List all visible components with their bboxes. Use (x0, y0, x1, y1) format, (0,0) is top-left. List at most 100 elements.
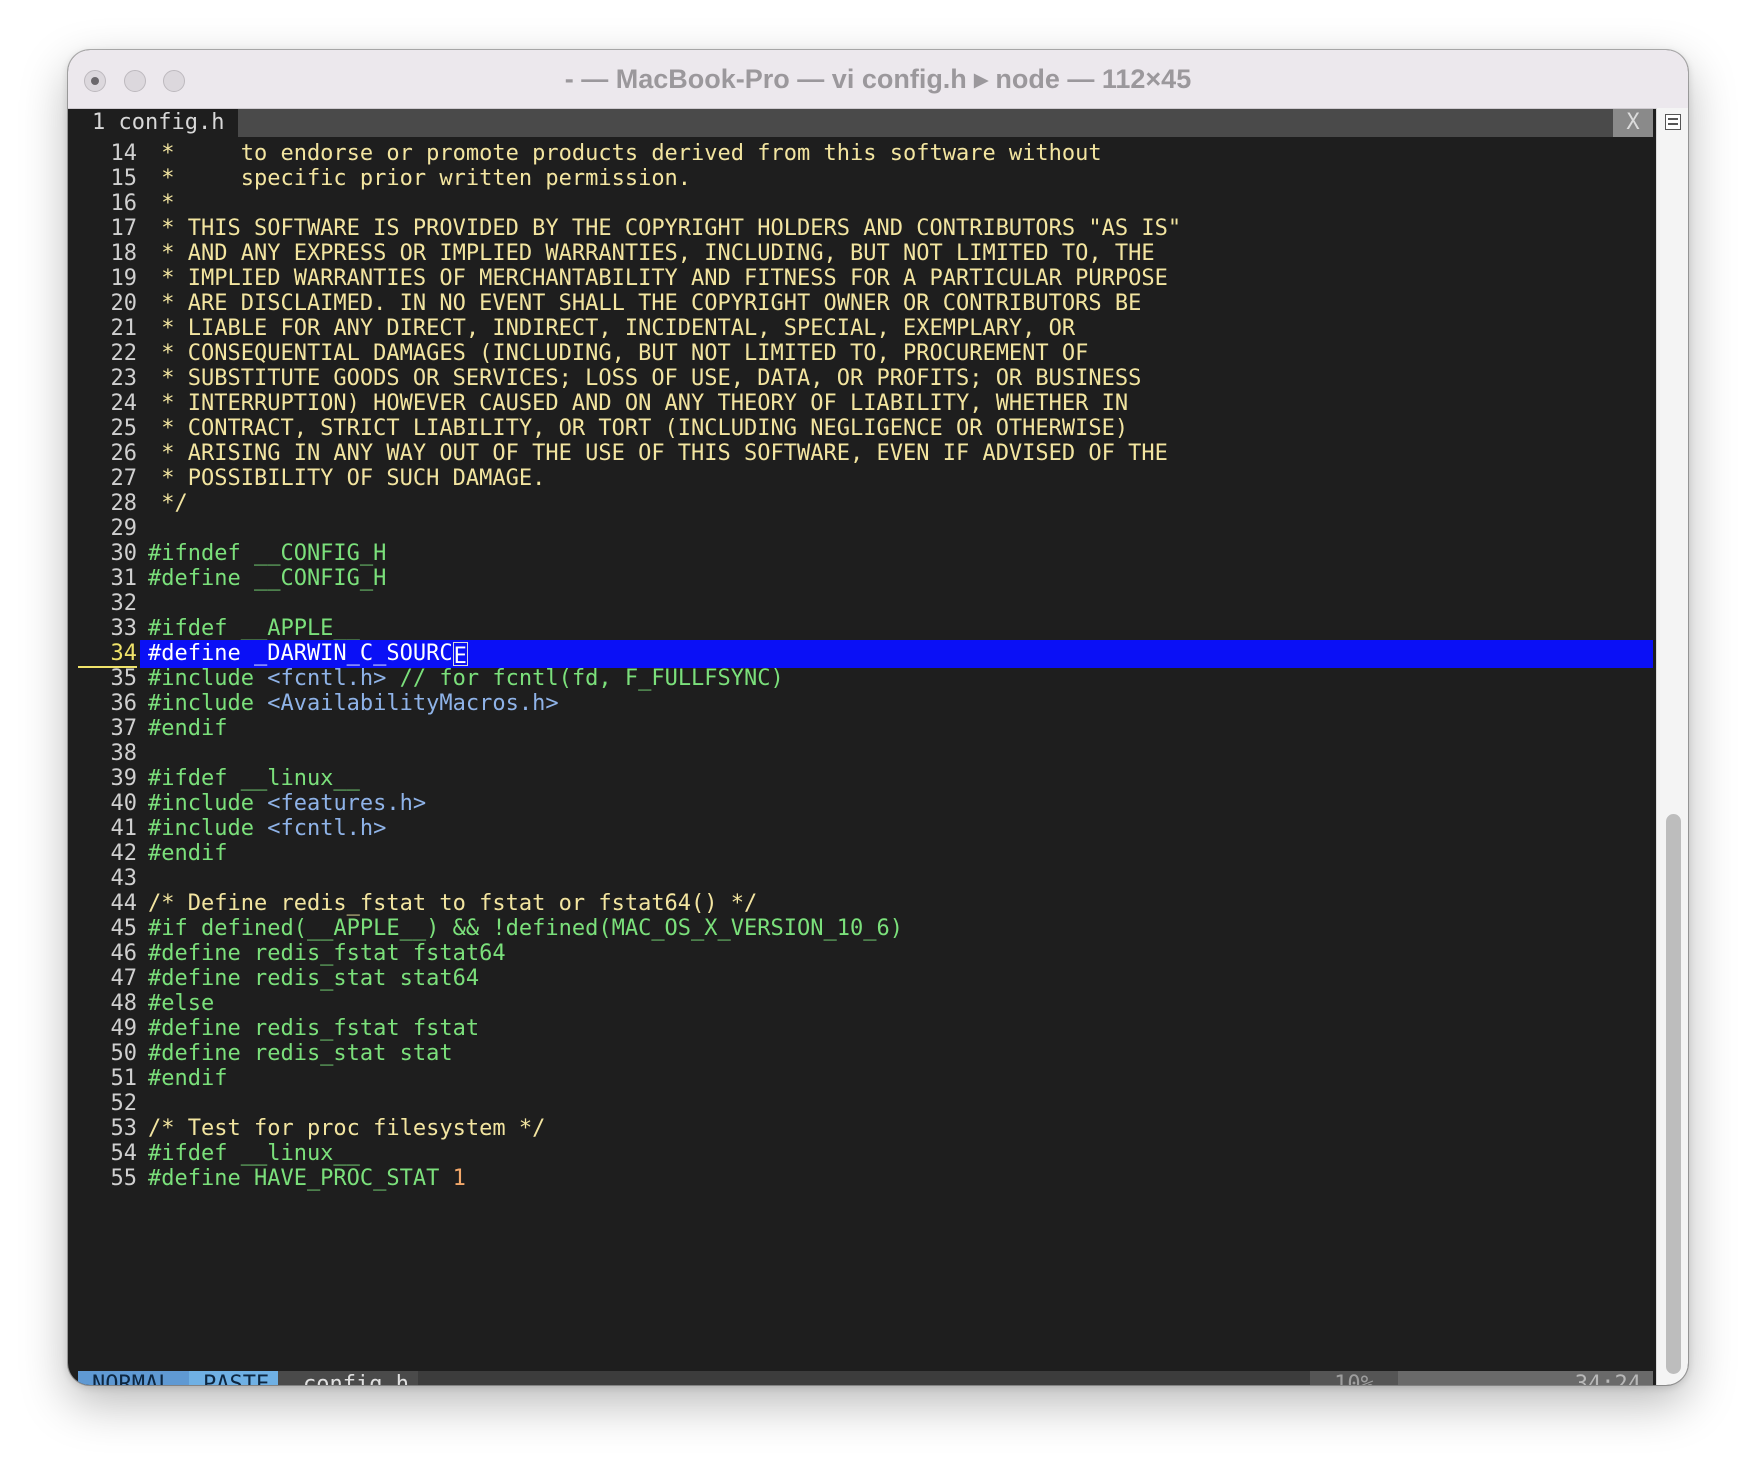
split-view-icon[interactable] (1665, 114, 1681, 130)
scrollbar[interactable] (1656, 108, 1688, 1385)
code-token: #endif (148, 841, 228, 866)
code-line[interactable]: 40 #include <features.h> (78, 790, 1653, 818)
code-text: #endif (148, 715, 227, 743)
code-text: * SUBSTITUTE GOODS OR SERVICES; LOSS OF … (148, 365, 1141, 393)
statusline: NORMAL PASTE config.h 10% 34:24 (78, 1371, 1653, 1385)
line-number: 31 (110, 566, 138, 591)
code-line[interactable]: 48 #else (78, 990, 1653, 1018)
editor-buffer[interactable]: 14 * to endorse or promote products deri… (78, 140, 1653, 1365)
code-line[interactable]: 21 * LIABLE FOR ANY DIRECT, INDIRECT, IN… (78, 315, 1653, 343)
code-line[interactable]: 54 #ifdef __linux__ (78, 1140, 1653, 1168)
code-text: #include <features.h> (148, 790, 426, 818)
code-line[interactable]: 28 */ (78, 490, 1653, 518)
code-text: * INTERRUPTION) HOWEVER CAUSED AND ON AN… (148, 390, 1128, 418)
line-number: 18 (110, 241, 138, 266)
code-line[interactable]: 38 (78, 740, 1653, 768)
line-number: 37 (110, 716, 138, 741)
code-text: */ (148, 490, 188, 518)
code-line[interactable]: 22 * CONSEQUENTIAL DAMAGES (INCLUDING, B… (78, 340, 1653, 368)
code-token: #include (148, 791, 254, 816)
code-text: #if defined(__APPLE__) && !defined(MAC_O… (148, 915, 903, 943)
code-text: #define HAVE_PROC_STAT 1 (148, 1165, 466, 1193)
code-text: * ARE DISCLAIMED. IN NO EVENT SHALL THE … (148, 290, 1141, 318)
code-line[interactable]: 20 * ARE DISCLAIMED. IN NO EVENT SHALL T… (78, 290, 1653, 318)
code-line[interactable]: 41 #include <fcntl.h> (78, 815, 1653, 843)
code-text: #define redis_fstat fstat64 (148, 940, 506, 968)
statusline-filename: config.h (278, 1371, 418, 1385)
line-number: 55 (110, 1166, 138, 1191)
code-line[interactable]: 18 * AND ANY EXPRESS OR IMPLIED WARRANTI… (78, 240, 1653, 268)
code-line[interactable]: 34 #define _DARWIN_C_SOURCE (78, 640, 1653, 669)
tab-close-button[interactable]: X (1613, 109, 1653, 137)
code-text: #include <fcntl.h> (148, 815, 386, 843)
line-number: 34 (78, 640, 137, 668)
code-line[interactable]: 25 * CONTRACT, STRICT LIABILITY, OR TORT… (78, 415, 1653, 443)
code-line[interactable]: 30 #ifndef __CONFIG_H (78, 540, 1653, 568)
code-token: #if defined(__APPLE__) && !defined(MAC_O… (148, 916, 903, 941)
code-token: * POSSIBILITY OF SUCH DAMAGE. (148, 466, 546, 491)
line-number: 42 (110, 841, 138, 866)
code-token: * ARISING IN ANY WAY OUT OF THE USE OF T… (148, 441, 1168, 466)
code-line[interactable]: 17 * THIS SOFTWARE IS PROVIDED BY THE CO… (78, 215, 1653, 243)
code-line[interactable]: 45 #if defined(__APPLE__) && !defined(MAC… (78, 915, 1653, 943)
code-text: #define redis_fstat fstat (148, 1015, 479, 1043)
code-line[interactable]: 27 * POSSIBILITY OF SUCH DAMAGE. (78, 465, 1653, 493)
code-text: * CONTRACT, STRICT LIABILITY, OR TORT (I… (148, 415, 1128, 443)
scrollbar-thumb[interactable] (1666, 814, 1681, 1374)
code-line[interactable]: 32 (78, 590, 1653, 618)
code-line[interactable]: 46 #define redis_fstat fstat64 (78, 940, 1653, 968)
code-line[interactable]: 55 #define HAVE_PROC_STAT 1 (78, 1165, 1653, 1193)
code-line[interactable]: 33 #ifdef __APPLE__ (78, 615, 1653, 643)
code-line[interactable]: 29 (78, 515, 1653, 543)
code-token: #define _DARWIN_C_SOURC (148, 641, 453, 666)
code-line[interactable]: 35 #include <fcntl.h> // for fcntl(fd, F_… (78, 665, 1653, 693)
code-line[interactable]: 47 #define redis_stat stat64 (78, 965, 1653, 993)
line-number: 23 (110, 366, 138, 391)
line-number: 32 (110, 591, 138, 616)
code-line[interactable]: 26 * ARISING IN ANY WAY OUT OF THE USE O… (78, 440, 1653, 468)
code-line[interactable]: 42 #endif (78, 840, 1653, 868)
code-line[interactable]: 24 * INTERRUPTION) HOWEVER CAUSED AND ON… (78, 390, 1653, 418)
code-token: #ifdef __linux__ (148, 1141, 360, 1166)
code-text: #include <fcntl.h> // for fcntl(fd, F_FU… (148, 665, 784, 693)
code-text: #ifdef __APPLE__ (148, 615, 360, 643)
code-line[interactable]: 39 #ifdef __linux__ (78, 765, 1653, 793)
code-text: * to endorse or promote products derived… (148, 140, 1101, 168)
code-token: #include (148, 666, 254, 691)
code-line[interactable]: 53 /* Test for proc filesystem */ (78, 1115, 1653, 1143)
code-text: * specific prior written permission. (148, 165, 691, 193)
line-number: 45 (110, 916, 138, 941)
code-token: * CONSEQUENTIAL DAMAGES (INCLUDING, BUT … (148, 341, 1089, 366)
line-number: 49 (110, 1016, 138, 1041)
code-text: #define _DARWIN_C_SOURCE (148, 640, 468, 669)
code-line[interactable]: 15 * specific prior written permission. (78, 165, 1653, 193)
code-line[interactable]: 37 #endif (78, 715, 1653, 743)
code-text: #define redis_stat stat (148, 1040, 453, 1068)
code-line[interactable]: 19 * IMPLIED WARRANTIES OF MERCHANTABILI… (78, 265, 1653, 293)
code-token: // for fcntl(fd, F_FULLFSYNC) (386, 666, 784, 691)
code-line[interactable]: 23 * SUBSTITUTE GOODS OR SERVICES; LOSS … (78, 365, 1653, 393)
code-line[interactable]: 43 (78, 865, 1653, 893)
code-line[interactable]: 49 #define redis_fstat fstat (78, 1015, 1653, 1043)
code-token: * CONTRACT, STRICT LIABILITY, OR TORT (I… (148, 416, 1129, 441)
include-path: <fcntl.h> (253, 666, 387, 691)
code-line[interactable]: 31 #define __CONFIG_H (78, 565, 1653, 593)
line-number: 15 (110, 166, 138, 191)
line-number: 51 (110, 1066, 138, 1091)
line-number: 20 (110, 291, 138, 316)
line-number: 35 (110, 666, 138, 691)
code-line[interactable]: 14 * to endorse or promote products deri… (78, 140, 1653, 168)
code-line[interactable]: 44 /* Define redis_fstat to fstat or fsta… (78, 890, 1653, 918)
code-text: * ARISING IN ANY WAY OUT OF THE USE OF T… (148, 440, 1168, 468)
line-number: 21 (110, 316, 138, 341)
code-line[interactable]: 51 #endif (78, 1065, 1653, 1093)
tab-config-h[interactable]: 1 config.h (78, 109, 239, 137)
code-line[interactable]: 16 * (78, 190, 1653, 218)
code-line[interactable]: 50 #define redis_stat stat (78, 1040, 1653, 1068)
code-line[interactable]: 36 #include <AvailabilityMacros.h> (78, 690, 1653, 718)
code-text: * CONSEQUENTIAL DAMAGES (INCLUDING, BUT … (148, 340, 1088, 368)
code-text: #endif (148, 1065, 227, 1093)
code-token: #define __CONFIG_H (148, 566, 387, 591)
line-number: 52 (110, 1091, 138, 1116)
code-line[interactable]: 52 (78, 1090, 1653, 1118)
